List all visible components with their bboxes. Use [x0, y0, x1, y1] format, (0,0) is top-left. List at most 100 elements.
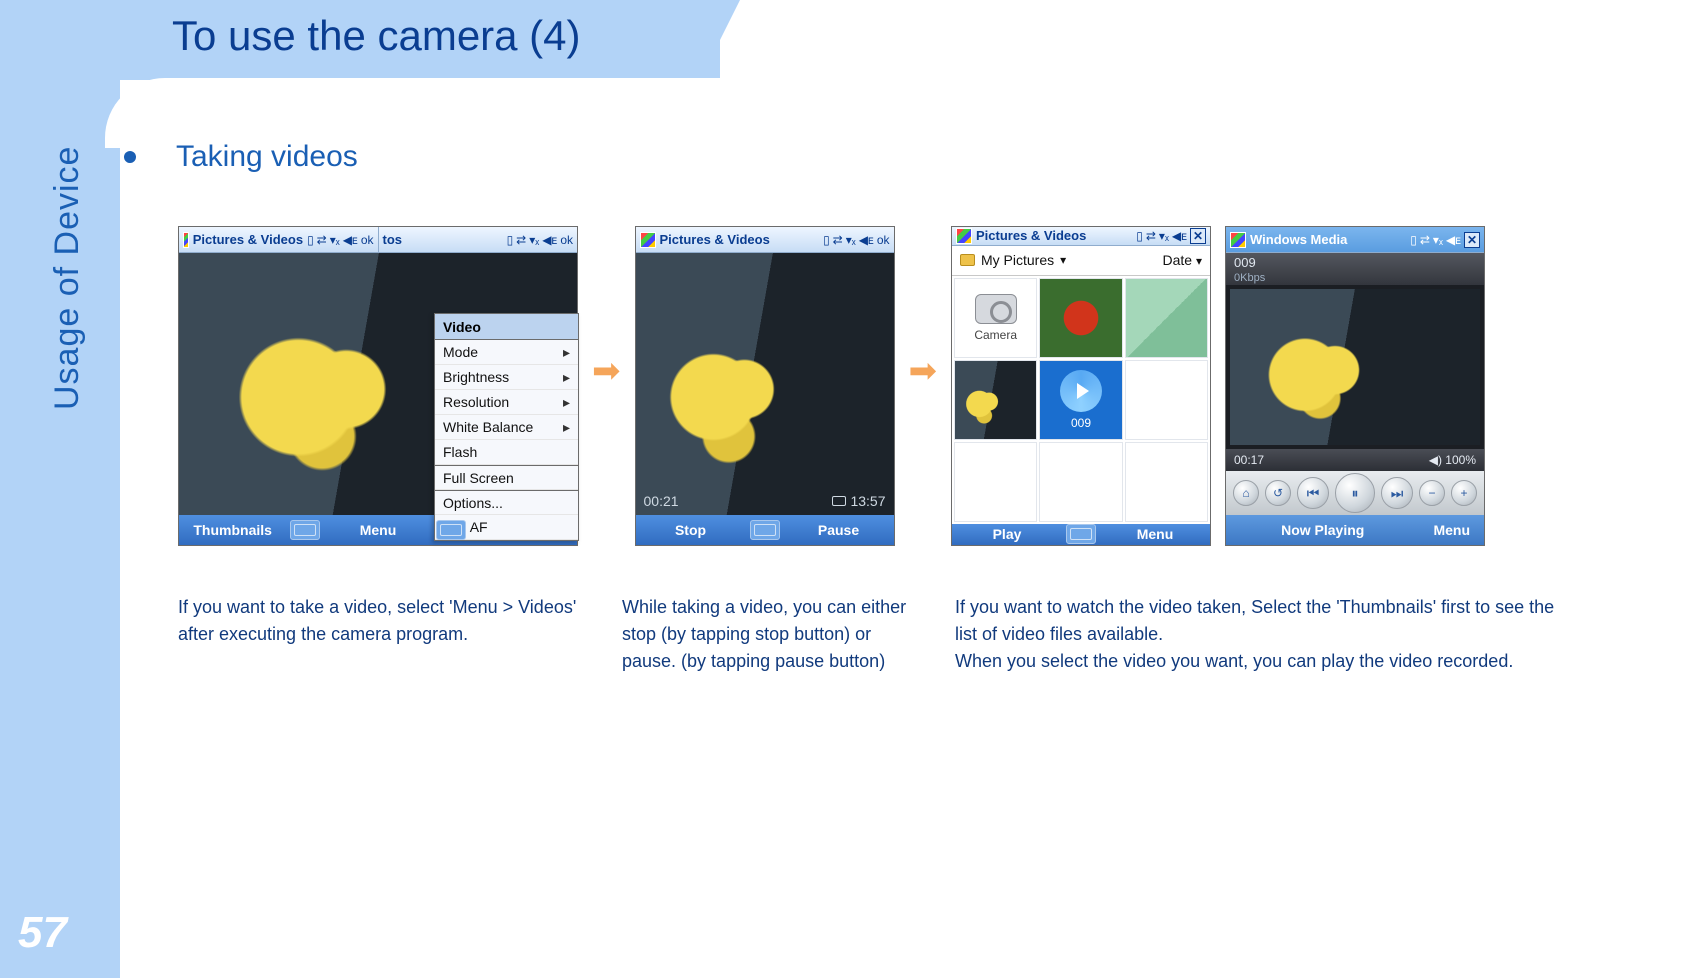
chevron-down-icon: ▾ [1196, 254, 1202, 268]
softkey-play[interactable]: Play [952, 526, 1062, 542]
subtitle: Taking videos [176, 140, 358, 174]
thumbnail-header: My Pictures ▾ Date ▾ [952, 246, 1210, 276]
speaker-icon: ◀ᴇ [343, 233, 358, 247]
status-bar: Windows Media ▯ ⇄ ▾ₓ ◀ᴇ ✕ [1226, 227, 1484, 253]
speaker-icon: ◀ᴇ [1446, 233, 1461, 247]
softkey-now-playing[interactable]: Now Playing [1226, 522, 1419, 538]
signal-icon: ▯ [823, 233, 830, 247]
chevron-right-icon: ▸ [563, 369, 570, 386]
antenna-icon: ▾ₓ [1159, 229, 1169, 243]
folder-picker[interactable]: My Pictures ▾ [960, 252, 1066, 268]
chevron-right-icon: ▸ [563, 344, 570, 361]
vol-down-button[interactable]: − [1419, 480, 1445, 506]
tray-icons: ▯ ⇄ ▾ₓ ◀ᴇ ✕ [1136, 228, 1206, 244]
status-bar: Pictures & Videos ▯ ⇄ ▾ₓ ◀ᴇ ok [179, 227, 378, 253]
softkey-stop[interactable]: Stop [636, 522, 746, 538]
thumb-empty [1125, 442, 1208, 522]
caption-2: While taking a video, you can either sto… [622, 594, 922, 675]
video-thumb [955, 361, 1036, 439]
thumbnail-grid: Camera 009 [952, 276, 1210, 524]
softkey-menu[interactable]: Menu [1100, 526, 1210, 542]
now-playing-header: 009 0Kbps [1226, 253, 1484, 285]
device-media-player: Windows Media ▯ ⇄ ▾ₓ ◀ᴇ ✕ 009 0Kbps 00:1… [1225, 226, 1485, 546]
close-button[interactable]: ✕ [1464, 232, 1480, 248]
tray-icons: ▯ ⇄ ▾ₓ ◀ᴇ ✕ [1410, 232, 1480, 248]
camera-menu-popup: Video Mode▸ Brightness▸ Resolution▸ Whit… [434, 313, 579, 541]
thumb-video-selected[interactable]: 009 [1039, 360, 1122, 440]
track-name: 009 [1234, 255, 1476, 270]
home-button[interactable]: ⌂ [1233, 480, 1259, 506]
sip-icon[interactable] [290, 520, 320, 540]
status-bar: Pictures & Videos ▯ ⇄ ▾ₓ ◀ᴇ ok [636, 227, 894, 253]
soft-key-bar: Now Playing Menu [1226, 515, 1484, 545]
antenna-icon: ▾ₓ [1433, 233, 1443, 247]
next-button[interactable]: ⏭ [1381, 477, 1413, 509]
menu-item-options[interactable]: Options... [435, 490, 578, 515]
menu-item-resolution[interactable]: Resolution▸ [435, 390, 578, 415]
close-button[interactable]: ✕ [1190, 228, 1206, 244]
screenshots-row: Pictures & Videos ▯ ⇄ ▾ₓ ◀ᴇ ok tos ▯ ⇄ ▾… [178, 226, 1675, 546]
thumb-camera[interactable]: Camera [954, 278, 1037, 358]
status-prefix: tos [383, 232, 403, 247]
antenna-icon: ▾ₓ [846, 233, 856, 247]
menu-item-flash[interactable]: Flash [435, 440, 578, 465]
conn-icon: ⇄ [516, 233, 526, 247]
shuffle-button[interactable]: ↺ [1265, 480, 1291, 506]
chevron-down-icon: ▾ [1060, 253, 1066, 267]
chevron-right-icon: ▸ [563, 394, 570, 411]
play-pause-button[interactable]: ⏸ [1335, 473, 1375, 513]
conn-icon: ⇄ [1146, 229, 1156, 243]
live-photo [636, 253, 894, 515]
sip-icon[interactable] [436, 520, 466, 540]
side-section-label: Usage of Device [48, 146, 87, 410]
signal-icon: ▯ [1410, 233, 1417, 247]
menu-item-mode[interactable]: Mode▸ [435, 340, 578, 365]
sort-picker[interactable]: Date ▾ [1163, 252, 1203, 268]
signal-icon: ▯ [1136, 229, 1143, 243]
app-title: Pictures & Videos [976, 228, 1086, 243]
menu-item-white-balance[interactable]: White Balance▸ [435, 415, 578, 440]
thumb-image[interactable] [1039, 278, 1122, 358]
arrow-right-icon: ➡ [909, 351, 938, 391]
status-bar: Pictures & Videos ▯ ⇄ ▾ₓ ◀ᴇ ✕ [952, 227, 1210, 246]
app-title: Windows Media [1250, 232, 1347, 247]
prev-button[interactable]: ⏮ [1297, 477, 1329, 509]
ok-button[interactable]: ok [361, 233, 374, 247]
softkey-thumbnails[interactable]: Thumbnails [179, 522, 286, 538]
elapsed-time: 00:17 [1234, 453, 1264, 467]
flower-thumb [1040, 279, 1121, 357]
bitrate: 0Kbps [1234, 272, 1476, 284]
thumb-image[interactable] [954, 360, 1037, 440]
ok-button[interactable]: ok [877, 233, 890, 247]
ok-button[interactable]: ok [560, 233, 573, 247]
progress-bar[interactable]: 00:17 ◀) 100% [1226, 449, 1484, 471]
signal-icon: ▯ [507, 233, 514, 247]
remaining-time: 13:57 [832, 493, 885, 509]
start-icon [1230, 232, 1246, 248]
antenna-icon: ▾ₓ [330, 233, 340, 247]
caption-1: If you want to take a video, select 'Men… [178, 594, 578, 648]
menu-item-brightness[interactable]: Brightness▸ [435, 365, 578, 390]
soft-key-bar: Stop Pause [636, 515, 894, 545]
menu-section-video[interactable]: Video [435, 314, 578, 340]
sip-icon[interactable] [750, 520, 780, 540]
record-icon [832, 496, 846, 506]
subtitle-row: Taking videos [124, 140, 358, 174]
soft-key-bar: Play Menu [952, 524, 1210, 545]
thumbnail-area: My Pictures ▾ Date ▾ Camera [952, 246, 1210, 524]
menu-item-full-screen[interactable]: Full Screen [435, 465, 578, 490]
thumb-image[interactable] [1125, 278, 1208, 358]
bullet-dot-icon [124, 151, 136, 163]
softkey-menu[interactable]: Menu [1419, 522, 1484, 538]
speaker-icon: ◀ᴇ [859, 233, 874, 247]
sip-icon[interactable] [1066, 524, 1096, 544]
elapsed-time: 00:21 [644, 493, 679, 509]
viewfinder: 00:21 13:57 [636, 253, 894, 515]
softkey-pause[interactable]: Pause [784, 522, 894, 538]
softkey-menu[interactable]: Menu [324, 522, 431, 538]
tray-icons-2: ▯ ⇄ ▾ₓ ◀ᴇ ok [507, 233, 573, 247]
vol-up-button[interactable]: + [1451, 480, 1477, 506]
video-area [1226, 285, 1484, 449]
start-icon [956, 228, 972, 244]
volume-indicator: ◀) 100% [1429, 453, 1476, 467]
